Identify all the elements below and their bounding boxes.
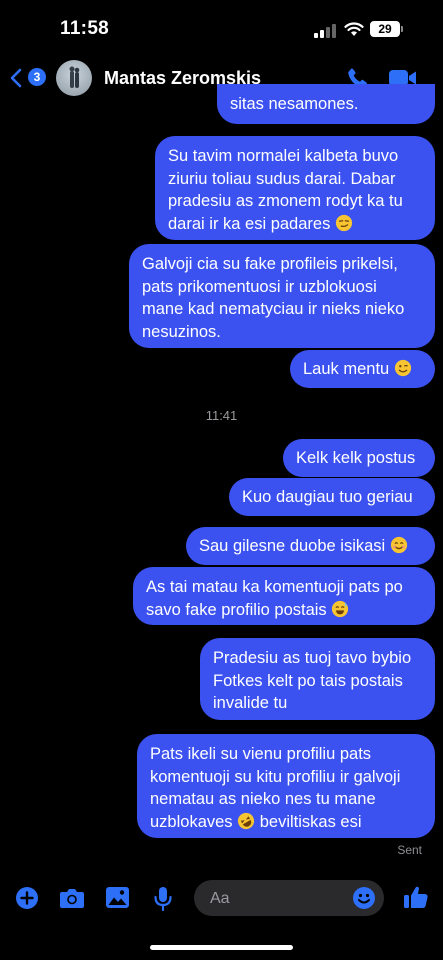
chevron-left-icon xyxy=(10,68,22,88)
message-bubble[interactable]: Kuo daugiau tuo geriau xyxy=(229,478,435,516)
message-text: Kuo daugiau tuo geriau xyxy=(242,488,413,506)
wifi-icon xyxy=(344,22,364,36)
gallery-image-icon[interactable] xyxy=(105,886,130,909)
smirk-emoji-icon xyxy=(335,214,353,231)
message-text-body: Sau gilesne duobe isikasi xyxy=(199,537,386,555)
message-text: sitas nesamones. xyxy=(230,95,359,113)
message-bubble[interactable]: Pats ikeli su vienu profiliu pats koment… xyxy=(137,734,435,838)
delivery-status: Sent xyxy=(397,843,422,857)
battery-indicator: 29 xyxy=(370,21,400,37)
wink-emoji-icon xyxy=(394,359,411,377)
sweat-smile-emoji-icon xyxy=(332,600,349,617)
rofl-emoji-icon xyxy=(238,812,255,829)
unread-count-badge: 3 xyxy=(28,68,46,86)
emoji-picker-icon[interactable] xyxy=(352,886,376,910)
cellular-signal-icon xyxy=(314,24,338,38)
message-text-body: Su tavim normalei kalbeta buvo ziuriu to… xyxy=(168,147,403,233)
message-text-body: Lauk mentu xyxy=(303,360,390,378)
back-button[interactable]: 3 xyxy=(10,64,50,92)
message-input[interactable] xyxy=(208,880,352,918)
message-text-suffix: beviltiskas esi xyxy=(255,812,362,831)
status-bar: 11:58 29 xyxy=(0,0,443,56)
message-timestamp: 11:41 xyxy=(205,408,238,423)
message-input-container[interactable] xyxy=(194,880,384,918)
message-text: Su tavim normalei kalbeta buvo ziuriu to… xyxy=(168,145,403,235)
home-indicator xyxy=(150,945,293,950)
message-text: As tai matau ka komentuoji pats po savo … xyxy=(146,576,403,621)
message-text: Lauk mentu xyxy=(303,358,412,381)
message-bubble[interactable]: Su tavim normalei kalbeta buvo ziuriu to… xyxy=(155,136,435,240)
smile-emoji-icon xyxy=(390,536,407,554)
message-text: Galvoji cia su fake profileis prikelsi, … xyxy=(142,255,405,341)
message-bubble[interactable]: Sau gilesne duobe isikasi xyxy=(186,527,435,565)
message-text: Pats ikeli su vienu profiliu pats koment… xyxy=(150,743,400,833)
message-bubble[interactable]: Pradesiu as tuoj tavo bybio Fotkes kelt … xyxy=(200,638,435,720)
avatar-photo xyxy=(69,66,80,88)
thumbs-up-icon[interactable] xyxy=(403,884,429,910)
microphone-icon[interactable] xyxy=(153,886,173,912)
message-text: Pradesiu as tuoj tavo bybio Fotkes kelt … xyxy=(213,649,412,712)
message-bubble[interactable]: As tai matau ka komentuoji pats po savo … xyxy=(133,567,435,625)
message-bubble[interactable]: Lauk mentu xyxy=(290,350,435,388)
message-text: Kelk kelk postus xyxy=(296,449,416,467)
camera-icon[interactable] xyxy=(59,886,85,910)
message-bubble[interactable]: sitas nesamones. xyxy=(217,84,435,124)
message-bubble[interactable]: Galvoji cia su fake profileis prikelsi, … xyxy=(129,244,435,348)
avatar[interactable] xyxy=(56,60,92,96)
battery-nub xyxy=(401,26,403,32)
plus-circle-icon[interactable] xyxy=(15,886,39,910)
message-bubble[interactable]: Kelk kelk postus xyxy=(283,439,435,477)
status-time: 11:58 xyxy=(60,18,110,39)
message-text-body: As tai matau ka komentuoji pats po savo … xyxy=(146,578,403,619)
message-text: Sau gilesne duobe isikasi xyxy=(199,535,408,558)
